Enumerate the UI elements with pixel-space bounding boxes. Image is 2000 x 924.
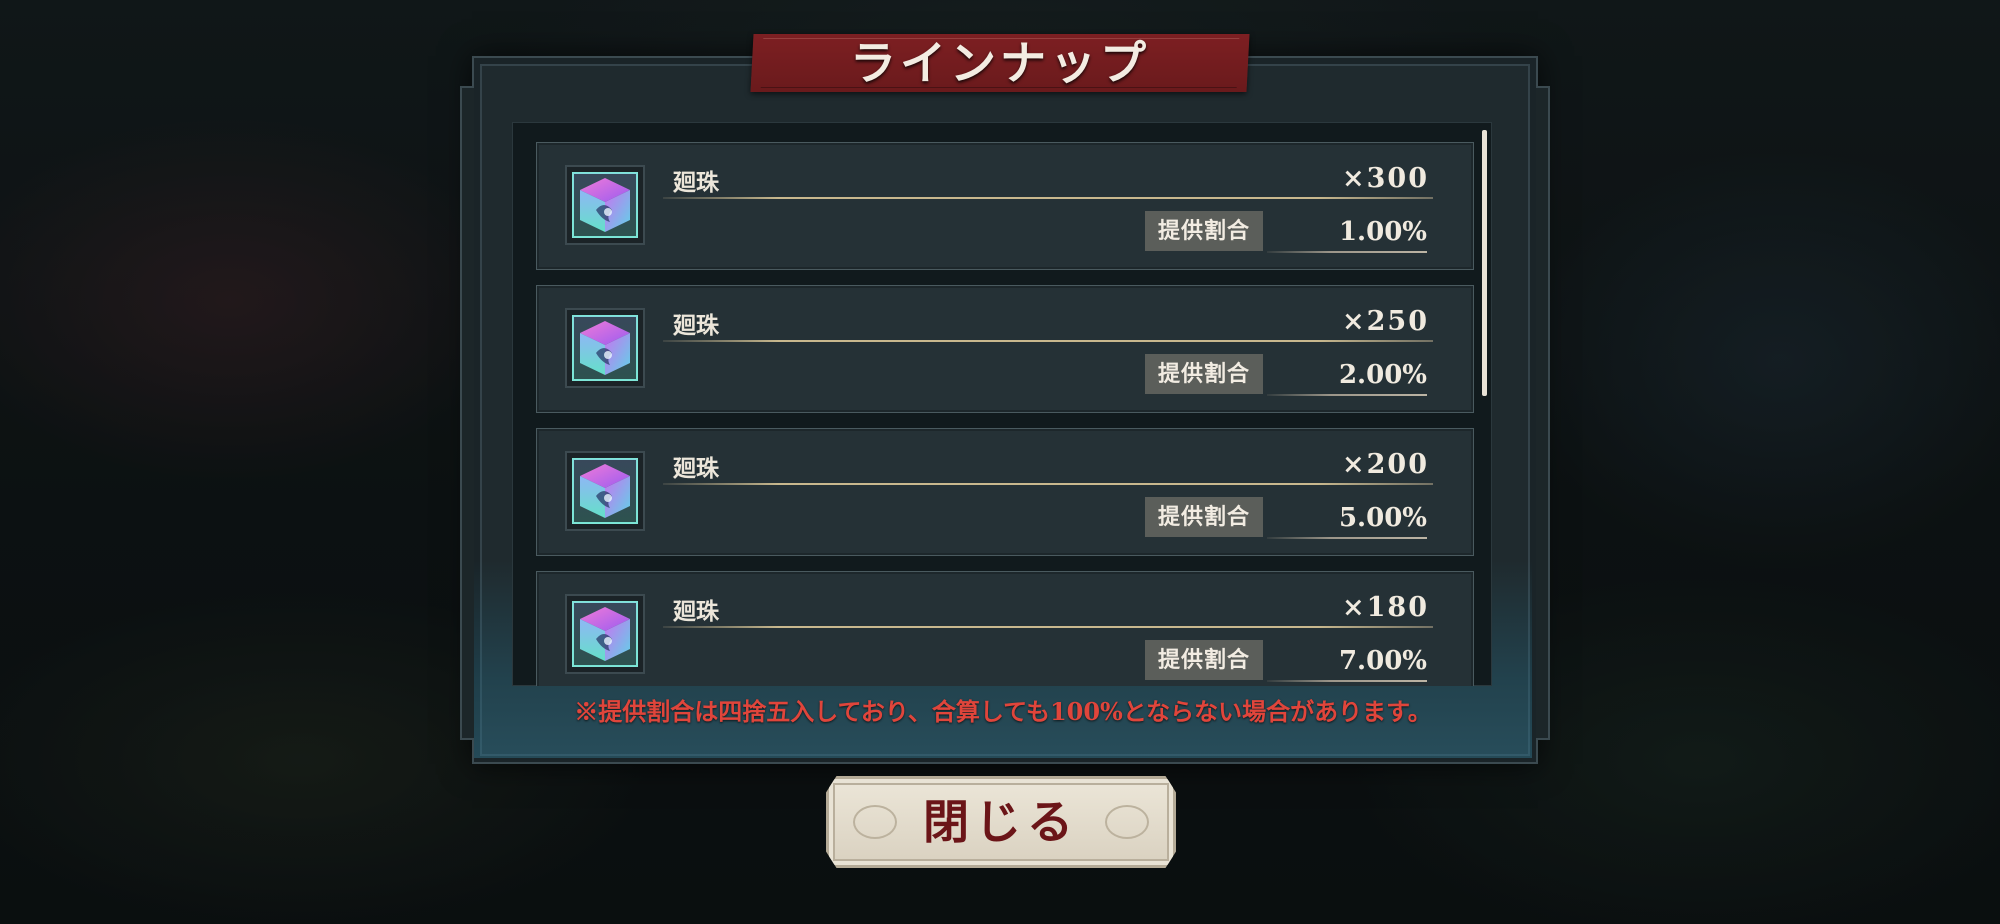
lineup-item: 廻珠 ×300 提供割合 1.00% — [536, 142, 1474, 270]
item-quantity: ×200 — [1342, 449, 1429, 480]
crystal-cube-icon — [565, 165, 645, 245]
rate-underline — [1267, 394, 1427, 396]
item-name: 廻珠 — [673, 455, 719, 482]
item-quantity: ×180 — [1342, 592, 1429, 623]
lineup-items: 廻珠 ×300 提供割合 1.00% 廻珠 ×250 提供割合 2.00% 廻珠… — [536, 142, 1474, 686]
close-button[interactable]: 閉じる — [826, 776, 1176, 868]
close-button-label: 閉じる — [923, 795, 1079, 849]
item-name: 廻珠 — [673, 598, 719, 625]
item-divider — [663, 483, 1433, 485]
rate-label: 提供割合 — [1145, 497, 1263, 537]
rate-footnote: ※提供割合は四捨五入しており、合算しても100%とならない場合があります。 — [574, 697, 1432, 726]
dialog-title: ラインナップ — [850, 36, 1150, 90]
lineup-item: 廻珠 ×200 提供割合 5.00% — [536, 428, 1474, 556]
crystal-cube-icon — [565, 594, 645, 674]
list-scrollbar[interactable] — [1482, 130, 1487, 396]
lineup-item: 廻珠 ×250 提供割合 2.00% — [536, 285, 1474, 413]
lineup-item: 廻珠 ×180 提供割合 7.00% — [536, 571, 1474, 686]
item-quantity: ×300 — [1342, 163, 1429, 194]
rate-label: 提供割合 — [1145, 211, 1263, 251]
rate-value: 1.00% — [1338, 217, 1427, 247]
crystal-cube-icon — [565, 308, 645, 388]
item-quantity: ×250 — [1342, 306, 1429, 337]
item-name: 廻珠 — [673, 312, 719, 339]
crystal-cube-icon — [565, 451, 645, 531]
rate-label: 提供割合 — [1145, 354, 1263, 394]
rate-value: 7.00% — [1338, 646, 1427, 676]
item-divider — [663, 340, 1433, 342]
rate-underline — [1267, 537, 1427, 539]
rate-label: 提供割合 — [1145, 640, 1263, 680]
lineup-list[interactable]: 廻珠 ×300 提供割合 1.00% 廻珠 ×250 提供割合 2.00% 廻珠… — [512, 122, 1492, 686]
item-divider — [663, 626, 1433, 628]
rate-value: 5.00% — [1338, 503, 1427, 533]
rate-underline — [1267, 251, 1427, 253]
rate-underline — [1267, 680, 1427, 682]
item-divider — [663, 197, 1433, 199]
rate-value: 2.00% — [1338, 360, 1427, 390]
item-name: 廻珠 — [673, 169, 719, 196]
